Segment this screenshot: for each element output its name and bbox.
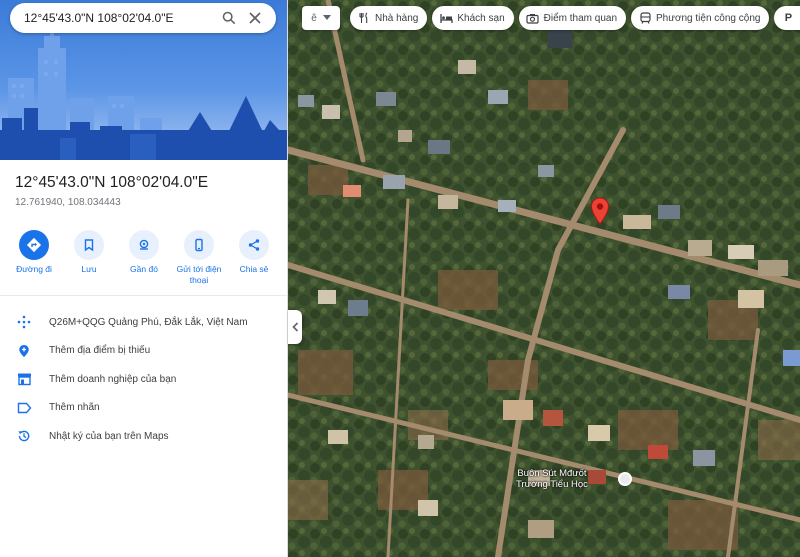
action-buttons: Đường đi Lưu Gần đó Gửi tới điện thoại C… xyxy=(8,230,280,286)
maps-history-text: Nhật ký của bạn trên Maps xyxy=(49,430,169,442)
chip-transit-label: Phương tiện công cộng xyxy=(656,12,761,24)
plus-code-row[interactable]: Q26M+QQG Quảng Phú, Đắk Lắk, Việt Nam xyxy=(0,308,287,337)
label-icon xyxy=(14,398,34,418)
transit-icon xyxy=(638,11,652,25)
add-label-text: Thêm nhãn xyxy=(49,402,100,414)
layers-button[interactable]: ê xyxy=(302,6,340,30)
history-icon xyxy=(14,426,34,446)
share-button[interactable]: Chia sẻ xyxy=(228,230,280,286)
chip-transit[interactable]: Phương tiện công cộng xyxy=(631,6,770,30)
maps-history-row[interactable]: Nhật ký của bạn trên Maps xyxy=(0,422,287,451)
chip-attractions[interactable]: Điểm tham quan xyxy=(518,6,627,30)
place-panel: 12°45'43.0"N 108°02'04.0"E 12.761940, 10… xyxy=(0,0,288,557)
chip-hotels[interactable]: Khách sạn xyxy=(432,6,514,30)
decimal-coordinates: 12.761940, 108.034443 xyxy=(15,197,121,208)
nearby-label: Gần đó xyxy=(130,264,158,274)
phone-icon xyxy=(184,230,214,260)
save-button[interactable]: Lưu xyxy=(63,230,115,286)
close-icon[interactable] xyxy=(242,5,268,31)
search-icon[interactable] xyxy=(216,5,242,31)
send-to-phone-button[interactable]: Gửi tới điện thoại xyxy=(173,230,225,286)
restaurant-icon xyxy=(357,11,371,25)
maps-app: 12°45'43.0"N 108°02'04.0"E 12.761940, 10… xyxy=(0,0,800,557)
save-label: Lưu xyxy=(81,264,97,274)
nearby-icon xyxy=(129,230,159,260)
share-label: Chia sẻ xyxy=(239,264,269,274)
share-icon xyxy=(239,230,269,260)
add-place-icon xyxy=(14,341,34,361)
search-box[interactable] xyxy=(10,3,276,33)
hotel-icon xyxy=(439,11,453,25)
nearby-button[interactable]: Gần đó xyxy=(118,230,170,286)
layers-label: ê xyxy=(311,12,317,24)
category-chips: Nhà hàng Khách sạn Điểm tham quan Phương… xyxy=(350,6,800,30)
plus-code-text: Q26M+QQG Quảng Phú, Đắk Lắk, Việt Nam xyxy=(49,316,248,328)
camera-icon xyxy=(526,11,540,25)
poi-school[interactable]: Buôn Sút Mđưốt Trường Tiểu Học xyxy=(516,468,632,490)
chip-restaurants-label: Nhà hàng xyxy=(375,12,419,24)
directions-icon xyxy=(19,230,49,260)
search-input[interactable] xyxy=(24,11,216,25)
poi-name-line1: Buôn Sút Mđưốt xyxy=(517,468,587,479)
directions-label: Đường đi xyxy=(16,264,52,274)
add-business-text: Thêm doanh nghiệp của bạn xyxy=(49,373,177,385)
store-icon xyxy=(14,369,34,389)
school-icon xyxy=(618,472,632,486)
add-missing-place-text: Thêm địa điểm bị thiếu xyxy=(49,345,151,357)
poi-school-label: Buôn Sút Mđưốt Trường Tiểu Học xyxy=(516,468,588,490)
add-business-row[interactable]: Thêm doanh nghiệp của bạn xyxy=(0,365,287,394)
directions-button[interactable]: Đường đi xyxy=(8,230,60,286)
chip-hotels-label: Khách sạn xyxy=(457,12,505,24)
plus-code-icon xyxy=(14,312,34,332)
chip-attractions-label: Điểm tham quan xyxy=(543,12,618,24)
location-pin-icon[interactable] xyxy=(590,197,610,230)
chevron-down-icon xyxy=(322,15,331,20)
chip-restaurants[interactable]: Nhà hàng xyxy=(350,6,428,30)
add-label-row[interactable]: Thêm nhãn xyxy=(0,394,287,423)
parking-icon: P xyxy=(784,12,793,24)
collapse-panel-button[interactable] xyxy=(288,310,302,344)
add-missing-place-row[interactable]: Thêm địa điểm bị thiếu xyxy=(0,337,287,366)
poi-name-line2: Trường Tiểu Học xyxy=(516,479,588,490)
bookmark-icon xyxy=(74,230,104,260)
chip-parking[interactable]: P Bã xyxy=(774,6,800,30)
place-title: 12°45'43.0"N 108°02'04.0"E xyxy=(15,174,209,191)
send-to-phone-label: Gửi tới điện thoại xyxy=(176,264,222,285)
info-list: Q26M+QQG Quảng Phú, Đắk Lắk, Việt Nam Th… xyxy=(0,308,287,451)
divider xyxy=(0,295,287,296)
satellite-map[interactable]: ê Nhà hàng Khách sạn Điểm tham quan Phươ… xyxy=(288,0,800,557)
chevron-left-icon xyxy=(291,322,298,332)
